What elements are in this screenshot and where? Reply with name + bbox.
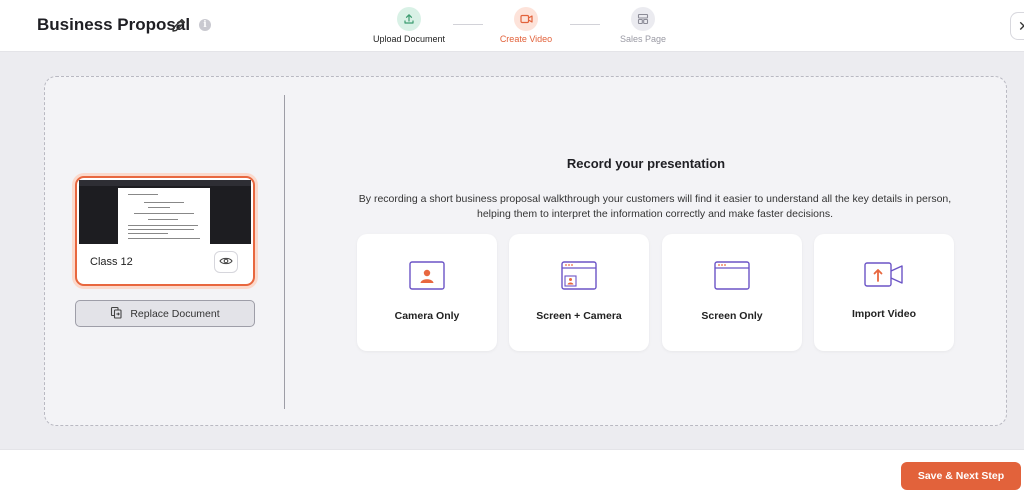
document-name: Class 12 <box>90 256 133 268</box>
option-screen-camera[interactable]: Screen + Camera <box>509 234 649 351</box>
option-label: Screen + Camera <box>536 310 622 322</box>
step-upload-document[interactable]: Upload Document <box>364 7 454 44</box>
document-thumbnail <box>79 180 251 244</box>
option-camera-only[interactable]: Camera Only <box>357 234 497 351</box>
record-description: By recording a short business proposal w… <box>358 193 952 220</box>
create-video-panel: Class 12 Replace Document Record your pr… <box>44 76 1007 426</box>
preview-button[interactable] <box>214 251 238 273</box>
page-title: Business Proposal <box>37 15 191 34</box>
option-label: Screen Only <box>701 310 763 322</box>
record-title: Record your presentation <box>566 156 726 171</box>
replace-document-label: Replace Document <box>130 307 220 320</box>
camera-only-icon <box>409 261 445 296</box>
close-button[interactable]: ✕ <box>1010 12 1024 40</box>
screen-only-icon <box>714 261 750 296</box>
upload-icon <box>397 7 421 31</box>
option-screen-only[interactable]: Screen Only <box>662 234 802 351</box>
option-label: Import Video <box>852 308 916 320</box>
option-import-video[interactable]: Import Video <box>814 234 954 351</box>
step-label: Sales Page <box>619 34 667 44</box>
step-sales-page[interactable]: Sales Page <box>598 7 688 44</box>
import-video-icon <box>864 261 904 294</box>
replace-document-button[interactable]: Replace Document <box>75 300 255 327</box>
eye-icon <box>219 253 233 271</box>
option-label: Camera Only <box>394 310 460 322</box>
replace-document-icon <box>110 306 123 322</box>
top-header: Business Proposal i Upload Document Crea… <box>0 0 1024 52</box>
screen-camera-icon <box>561 261 597 296</box>
info-icon[interactable]: i <box>199 19 211 31</box>
edit-pencil-icon[interactable] <box>170 16 188 34</box>
document-card[interactable]: Class 12 <box>75 176 255 286</box>
close-icon: ✕ <box>1018 18 1024 34</box>
step-connector <box>570 24 600 25</box>
save-next-step-button[interactable]: Save & Next Step <box>901 462 1021 490</box>
layout-icon <box>631 7 655 31</box>
footer-bar: Save & Next Step <box>0 449 1024 499</box>
step-create-video[interactable]: Create Video <box>481 7 571 44</box>
step-label: Upload Document <box>372 34 446 44</box>
video-camera-icon <box>514 7 538 31</box>
step-connector <box>453 24 483 25</box>
panel-divider <box>284 95 285 409</box>
step-label: Create Video <box>499 34 553 44</box>
